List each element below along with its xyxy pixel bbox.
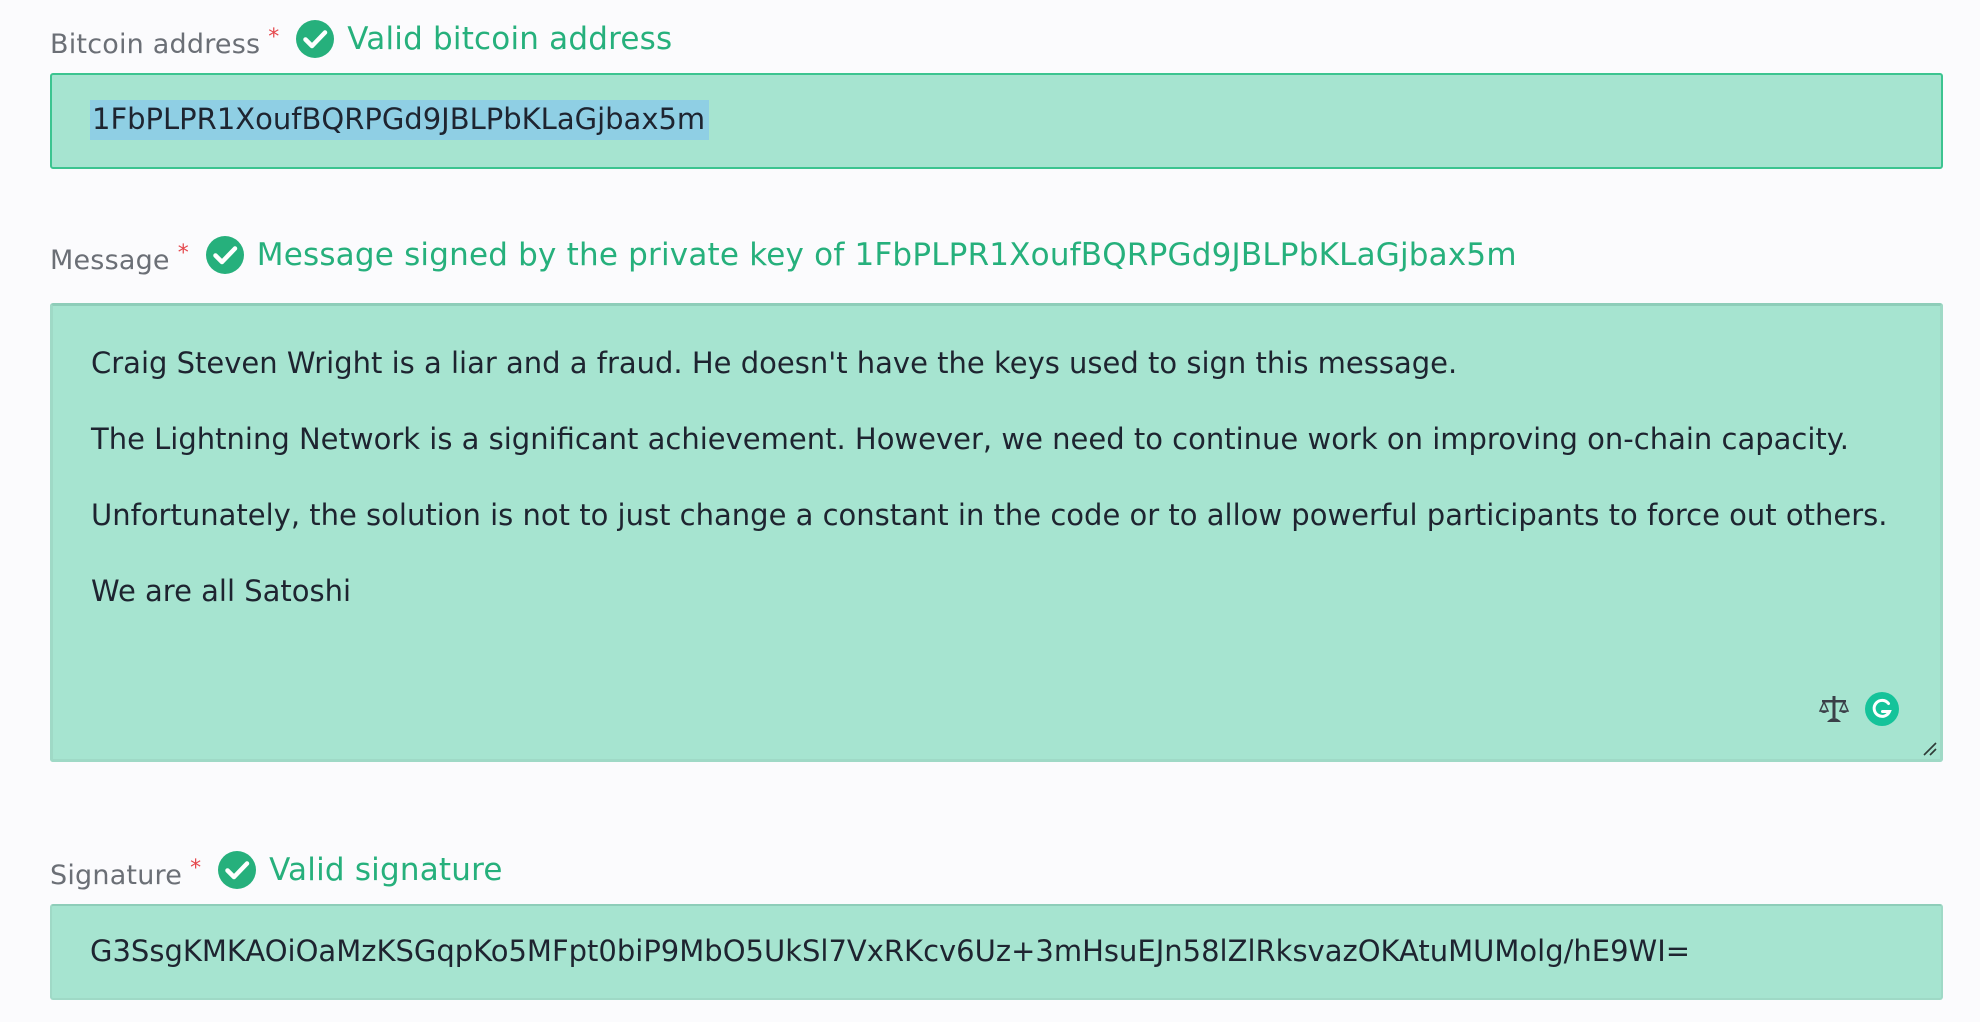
signature-input-value: G3SsgKMKAOiOaMzKSGqpKo5MFpt0biP9MbO5UkSl… bbox=[90, 934, 1691, 968]
verify-message-form: Bitcoin address * Valid bitcoin address … bbox=[0, 0, 1980, 1022]
address-input-value: 1FbPLPR1XoufBQRPGd9JBLPbKLaGjbax5m bbox=[90, 100, 710, 140]
bitcoin-address-input[interactable]: 1FbPLPR1XoufBQRPGd9JBLPbKLaGjbax5m bbox=[50, 73, 1943, 169]
check-circle-icon bbox=[296, 20, 335, 58]
check-circle-icon bbox=[218, 851, 257, 889]
signature-label-row: Signature * Valid signature bbox=[50, 845, 503, 895]
signature-input[interactable]: G3SsgKMKAOiOaMzKSGqpKo5MFpt0biP9MbO5UkSl… bbox=[50, 904, 1943, 1000]
address-valid-status: Valid bitcoin address bbox=[347, 21, 673, 57]
message-required-mark: * bbox=[177, 240, 189, 266]
check-circle-icon bbox=[205, 236, 244, 274]
address-label: Bitcoin address bbox=[50, 28, 261, 60]
signature-required-mark: * bbox=[190, 855, 202, 881]
signature-label: Signature bbox=[50, 859, 183, 891]
signature-valid-status: Valid signature bbox=[269, 852, 503, 888]
message-line: Craig Steven Wright is a liar and a frau… bbox=[91, 346, 1458, 380]
address-required-mark: * bbox=[268, 24, 280, 50]
scale-icon[interactable] bbox=[1817, 692, 1851, 726]
message-label: Message bbox=[50, 244, 170, 276]
message-textarea[interactable]: Craig Steven Wright is a liar and a frau… bbox=[50, 303, 1943, 762]
message-line: The Lightning Network is a significant a… bbox=[91, 422, 1850, 456]
grammarly-icon[interactable] bbox=[1865, 692, 1899, 726]
address-label-row: Bitcoin address * Valid bitcoin address bbox=[50, 14, 672, 64]
message-label-row: Message * Message signed by the private … bbox=[50, 230, 1517, 280]
message-valid-status: Message signed by the private key of 1Fb… bbox=[256, 237, 1517, 273]
message-line: Unfortunately, the solution is not to ju… bbox=[91, 498, 1888, 532]
resize-handle-icon[interactable] bbox=[1920, 739, 1938, 757]
address-selected-text: 1FbPLPR1XoufBQRPGd9JBLPbKLaGjbax5m bbox=[90, 100, 710, 140]
message-line: We are all Satoshi bbox=[91, 574, 352, 608]
